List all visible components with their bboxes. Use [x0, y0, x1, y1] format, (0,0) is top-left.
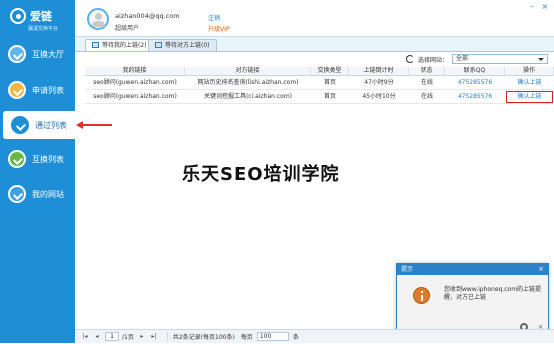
- user-email: aizhan004@qq.com: [115, 12, 180, 20]
- tab-waiting-my-link[interactable]: 等待我的上链(2): [85, 39, 154, 51]
- sidebar-item-my-sites[interactable]: 我的网站: [0, 180, 75, 208]
- pagination-bar: |◂ ◂ 1 /1页 ▸ ▸| 共2条记录(每页100条) 每页 100 条: [75, 329, 554, 343]
- brand-name: 爱链: [30, 10, 52, 23]
- user-level: 超级用户: [115, 25, 140, 32]
- status-cell: 在线: [409, 90, 445, 104]
- my-link-cell: seo顾问(guwen.aizhan.com): [85, 90, 185, 104]
- popup-title: 提示: [397, 264, 548, 275]
- app-logo: 爱链 瀛溪交换平台: [8, 6, 70, 34]
- sidebar-item-label: 申请列表: [32, 85, 64, 95]
- sidebar: 爱链 瀛溪交换平台 互换大厅 申请列表 通过列表 互换列表 我的网站: [0, 0, 75, 343]
- type-cell: 首页: [311, 90, 349, 104]
- column-header[interactable]: 状态: [409, 67, 445, 76]
- brand-slogan: 瀛溪交换平台: [28, 26, 59, 32]
- column-header[interactable]: 我的链接: [85, 67, 185, 76]
- total-pages: /1页: [122, 334, 134, 341]
- logout-link[interactable]: 注销: [208, 13, 220, 22]
- column-header[interactable]: 操作: [505, 67, 554, 76]
- countdown-cell: 47小时9分: [349, 76, 409, 90]
- tab-label: 等待我的上链(2): [102, 42, 147, 49]
- prev-page-button[interactable]: ◂: [93, 333, 101, 340]
- record-summary: 共2条记录(每页100条): [172, 334, 235, 341]
- table-row[interactable]: seo顾问(guwen.aizhan.com) 网站历史排名查询(lishi.a…: [85, 76, 554, 90]
- site-filter-label: 选择网站：: [417, 56, 448, 64]
- first-page-button[interactable]: |◂: [81, 333, 89, 340]
- notification-popup: 提示 × 您收到www.iphoneq.com的上链提醒，对方已上链 ×: [396, 263, 549, 336]
- column-header[interactable]: 交换类型: [311, 67, 349, 76]
- tab-document-icon: [155, 42, 162, 48]
- confirm-link-button[interactable]: 确认上链: [505, 76, 554, 90]
- logo-mark-icon: [10, 8, 26, 24]
- other-link-cell: 关键词挖掘工具(ci.aizhan.com): [185, 90, 311, 104]
- other-link-cell: 网站历史排名查询(lishi.aizhan.com): [185, 76, 311, 90]
- next-page-button[interactable]: ▸: [138, 333, 146, 340]
- column-header[interactable]: 联系QQ: [445, 67, 505, 76]
- status-cell: 在线: [409, 76, 445, 90]
- close-window-button[interactable]: ×: [540, 2, 550, 11]
- column-header[interactable]: 上链倒计时: [349, 67, 409, 76]
- passed-icon: [11, 116, 29, 134]
- column-header[interactable]: 对方链接: [185, 67, 311, 76]
- tab-label: 等待对方上链(0): [165, 42, 210, 49]
- qq-link[interactable]: 475285576: [445, 76, 505, 90]
- table-header: 我的链接 对方链接 交换类型 上链倒计时 状态 联系QQ 操作: [85, 67, 554, 76]
- watermark: 乐天SEO培训学院: [182, 164, 340, 185]
- tab-document-icon: [92, 42, 99, 48]
- last-page-button[interactable]: ▸|: [150, 333, 158, 340]
- sidebar-item-label: 通过列表: [35, 120, 67, 130]
- countdown-cell: 45小时10分: [349, 90, 409, 104]
- popup-message: 您收到www.iphoneq.com的上链提醒，对方已上链: [444, 286, 542, 301]
- confirm-link-button[interactable]: 确认上链: [505, 90, 554, 104]
- sidebar-item-passed-list[interactable]: 通过列表: [3, 111, 75, 139]
- table-row[interactable]: seo顾问(guwen.aizhan.com) 关键词挖掘工具(ci.aizha…: [85, 90, 554, 104]
- list-icon: [8, 150, 26, 168]
- minimize-button[interactable]: –: [527, 2, 537, 11]
- refresh-icon[interactable]: [405, 55, 414, 63]
- tab-waiting-other-link[interactable]: 等待对方上链(0): [148, 39, 217, 51]
- qq-link[interactable]: 475285576: [445, 90, 505, 104]
- apply-icon: [8, 81, 26, 99]
- per-page-unit: 条: [292, 334, 299, 341]
- site-icon: [8, 185, 26, 203]
- sidebar-item-label: 互换列表: [32, 154, 64, 164]
- site-filter: 选择网站： 全部: [405, 53, 548, 65]
- exchange-icon: [8, 45, 26, 63]
- popup-body: 您收到www.iphoneq.com的上链提醒，对方已上链 ×: [397, 275, 548, 336]
- type-cell: 首页: [311, 76, 349, 90]
- annotation-arrow: [76, 121, 112, 129]
- page-input[interactable]: 1: [105, 332, 119, 341]
- avatar[interactable]: [87, 8, 109, 30]
- upgrade-vip-link[interactable]: 升级VIP: [208, 24, 230, 33]
- page-size-select[interactable]: 100: [256, 332, 289, 341]
- info-icon: [413, 287, 430, 304]
- my-link-cell: seo顾问(guwen.aizhan.com): [85, 76, 185, 90]
- sidebar-item-exchange-hall[interactable]: 互换大厅: [0, 40, 75, 68]
- sidebar-item-label: 互换大厅: [32, 49, 64, 59]
- links-table: 我的链接 对方链接 交换类型 上链倒计时 状态 联系QQ 操作 seo顾问(gu…: [85, 67, 554, 104]
- header: aizhan004@qq.com 超级用户 注销 升级VIP – ×: [75, 0, 554, 36]
- sidebar-item-apply-list[interactable]: 申请列表: [0, 76, 75, 104]
- sidebar-item-label: 我的网站: [32, 189, 64, 199]
- per-page-label: 每页: [240, 334, 253, 341]
- sidebar-item-exchange-list[interactable]: 互换列表: [0, 145, 75, 173]
- divider: [166, 332, 168, 341]
- popup-close-button[interactable]: ×: [538, 265, 544, 274]
- site-select[interactable]: 全部: [452, 54, 548, 64]
